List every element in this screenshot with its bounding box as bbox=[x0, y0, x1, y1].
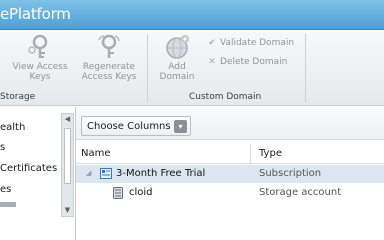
view-access-keys-label-2: Keys bbox=[29, 72, 51, 82]
ribbon-separator bbox=[305, 34, 306, 102]
regenerate-access-keys-button[interactable]: Regenerate Access Keys bbox=[78, 34, 140, 82]
table-row[interactable]: ◢ 3-Month Free Trial Subscription bbox=[76, 165, 384, 183]
choose-columns-label: Choose Columns bbox=[87, 121, 171, 132]
add-domain-label-2: Domain bbox=[159, 72, 195, 82]
chevron-down-icon[interactable]: ▾ bbox=[174, 120, 187, 133]
view-access-keys-label-1: View Access bbox=[12, 62, 68, 72]
choose-columns-dropdown[interactable]: Choose Columns ▾ bbox=[81, 116, 191, 136]
ribbon: View Access Keys Regenerate Access Keys … bbox=[0, 30, 384, 106]
subscription-icon bbox=[100, 168, 112, 179]
regenerate-access-keys-label-2: Access Keys bbox=[81, 72, 137, 82]
regenerate-access-keys-label-1: Regenerate bbox=[82, 62, 136, 72]
app-title: ePlatform bbox=[0, 5, 71, 23]
column-header-type[interactable]: Type bbox=[259, 148, 282, 159]
nav-item[interactable]: ealth bbox=[0, 122, 25, 133]
row-name: cloid bbox=[129, 187, 153, 198]
grid-toolbar: Choose Columns ▾ bbox=[76, 107, 384, 140]
storage-account-icon bbox=[113, 187, 123, 199]
nav-scrollbar[interactable]: ◀ ▼ bbox=[61, 113, 74, 217]
validate-domain-label: Validate Domain bbox=[220, 38, 295, 48]
scroll-up-arrow-icon[interactable]: ◀ bbox=[62, 114, 73, 125]
add-domain-label-1: Add bbox=[168, 62, 186, 72]
row-type: Storage account bbox=[259, 187, 342, 198]
add-domain-button[interactable]: Add Domain bbox=[154, 34, 200, 82]
custom-domain-group-label: Custom Domain bbox=[189, 92, 262, 102]
expand-triangle-icon[interactable]: ◢ bbox=[86, 169, 91, 177]
column-header-name[interactable]: Name bbox=[81, 148, 111, 159]
view-access-keys-button[interactable]: View Access Keys bbox=[8, 34, 72, 82]
table-row[interactable]: cloid Storage account bbox=[76, 184, 384, 202]
main-content: Choose Columns ▾ Name Type ◢ 3-Month Fre… bbox=[76, 107, 384, 240]
scroll-down-arrow-icon[interactable]: ▼ bbox=[62, 205, 73, 216]
grid-header: Name Type bbox=[76, 144, 384, 164]
row-type: Subscription bbox=[259, 168, 322, 179]
title-bar: ePlatform bbox=[0, 0, 384, 30]
nav-item[interactable]: es bbox=[0, 184, 11, 195]
nav-item[interactable]: s bbox=[0, 142, 5, 153]
ribbon-separator bbox=[147, 34, 148, 102]
delete-domain-button[interactable]: ✕ Delete Domain bbox=[207, 57, 287, 68]
delete-domain-label: Delete Domain bbox=[220, 57, 288, 67]
key-icon bbox=[28, 34, 48, 58]
column-divider[interactable] bbox=[250, 144, 251, 164]
usage-bar bbox=[0, 202, 16, 207]
row-name: 3-Month Free Trial bbox=[116, 168, 206, 179]
globe-add-icon bbox=[166, 35, 189, 59]
validate-domain-button[interactable]: ✔ Validate Domain bbox=[207, 38, 294, 49]
regenerate-key-icon bbox=[98, 34, 120, 58]
storage-group-label: Storage bbox=[0, 92, 36, 102]
delete-x-icon: ✕ bbox=[208, 57, 216, 67]
nav-item-certificates[interactable]: Certificates bbox=[0, 163, 57, 174]
scrollbar-thumb[interactable] bbox=[64, 128, 71, 184]
left-navigation: ealth s Certificates es ◀ ▼ bbox=[0, 107, 76, 240]
checkmark-icon: ✔ bbox=[208, 38, 216, 48]
